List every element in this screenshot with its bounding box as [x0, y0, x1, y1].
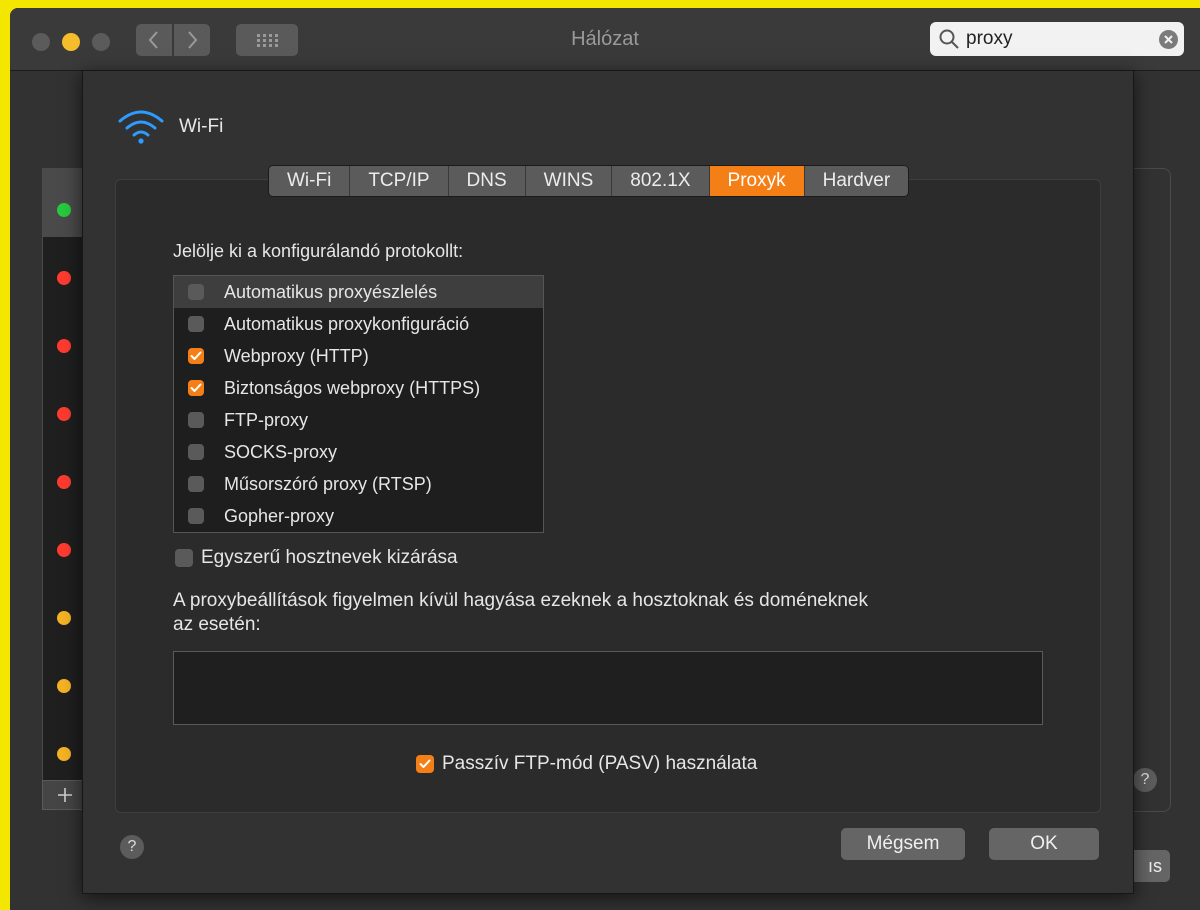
protocol-checkbox[interactable]	[188, 316, 204, 332]
protocol-list[interactable]: Automatikus proxyészlelés Automatikus pro…	[173, 275, 544, 533]
protocol-label: Műsorszóró proxy (RTSP)	[224, 473, 432, 494]
exclude-simple-hosts-label: Egyszerű hosztnevek kizárása	[201, 547, 458, 568]
protocol-list-item[interactable]: Webproxy (HTTP)	[174, 340, 543, 372]
tab-dns[interactable]: DNS	[448, 166, 526, 196]
status-dot-yellow	[57, 747, 71, 761]
clear-search-button[interactable]	[1159, 30, 1178, 49]
search-input[interactable]	[964, 27, 1148, 51]
bypass-hosts-textarea[interactable]	[173, 651, 1043, 725]
interface-name: Wi-Fi	[179, 116, 224, 137]
wifi-icon	[118, 110, 164, 144]
tab-802-1x[interactable]: 802.1X	[612, 166, 710, 196]
background-help-button[interactable]: ?	[1133, 768, 1157, 792]
tab-wi-fi[interactable]: Wi-Fi	[269, 166, 351, 196]
protocol-checkbox[interactable]	[188, 412, 204, 428]
ok-button[interactable]: OK	[989, 828, 1099, 860]
protocol-list-item[interactable]: Automatikus proxyészlelés	[174, 276, 543, 308]
protocols-label: Jelölje ki a konfigurálandó protokollt:	[173, 241, 464, 261]
checkmark-icon	[190, 383, 202, 392]
tab-proxyk[interactable]: Proxyk	[709, 166, 805, 196]
protocol-label: Webproxy (HTTP)	[224, 345, 369, 366]
bypass-label-line2: az esetén:	[173, 614, 261, 635]
protocol-checkbox[interactable]	[188, 380, 204, 396]
tab-hardver[interactable]: Hardver	[804, 166, 909, 196]
service-detail-panel	[1130, 168, 1171, 812]
search-field[interactable]	[930, 22, 1184, 56]
pasv-box[interactable]	[416, 755, 434, 773]
status-dot-green	[57, 203, 71, 217]
status-dot-red	[57, 475, 71, 489]
protocol-label: Gopher-proxy	[224, 505, 335, 526]
protocol-list-item[interactable]: FTP-proxy	[174, 404, 543, 436]
protocol-label: Automatikus proxyészlelés	[224, 281, 438, 302]
protocol-checkbox[interactable]	[188, 444, 204, 460]
exclude-simple-hosts-box[interactable]	[175, 549, 193, 567]
protocol-label: Automatikus proxykonfiguráció	[224, 313, 470, 334]
status-dot-yellow	[57, 679, 71, 693]
close-icon	[1164, 35, 1173, 44]
status-dot-red	[57, 339, 71, 353]
protocol-checkbox[interactable]	[188, 508, 204, 524]
protocol-list-item[interactable]: Műsorszóró proxy (RTSP)	[174, 468, 543, 500]
interface-header: Wi-Fi	[117, 109, 223, 145]
status-dot-red	[57, 543, 71, 557]
settings-tabs: Wi-Fi TCP/IP DNS WINS 802.1X Proxyk Hardver	[268, 165, 910, 197]
tab-wins[interactable]: WINS	[525, 166, 613, 196]
protocol-list-item[interactable]: SOCKS-proxy	[174, 436, 543, 468]
plus-icon	[58, 788, 72, 802]
status-dot-red	[57, 407, 71, 421]
pasv-checkbox[interactable]: Passzív FTP-mód (PASV) használata	[416, 753, 757, 775]
status-dot-red	[57, 271, 71, 285]
protocol-label: SOCKS-proxy	[224, 441, 338, 462]
protocol-checkbox[interactable]	[188, 476, 204, 492]
protocol-list-item[interactable]: Biztonságos webproxy (HTTPS)	[174, 372, 543, 404]
help-button[interactable]: ?	[120, 835, 144, 859]
protocol-label: FTP-proxy	[224, 409, 309, 430]
advanced-settings-sheet: Wi-Fi Wi-Fi TCP/IP DNS WINS 802.1X Proxyk Hard…	[82, 70, 1134, 894]
protocol-checkbox[interactable]	[188, 284, 204, 300]
cancel-button[interactable]: Mégsem	[841, 828, 965, 860]
protocol-label: Biztonságos webproxy (HTTPS)	[224, 377, 481, 398]
bypass-label-line1: A proxybeállítások figyelmen kívül hagyá…	[173, 590, 868, 611]
status-dot-yellow	[57, 611, 71, 625]
search-icon	[939, 29, 959, 49]
pasv-label: Passzív FTP-mód (PASV) használata	[442, 753, 758, 774]
checkmark-icon	[419, 759, 431, 768]
network-preferences-window: Hálózat ? ıs	[10, 8, 1200, 910]
tab-tcp-ip[interactable]: TCP/IP	[350, 166, 449, 196]
checkmark-icon	[190, 351, 202, 360]
protocol-checkbox[interactable]	[188, 348, 204, 364]
protocol-list-item[interactable]: Automatikus proxykonfiguráció	[174, 308, 543, 340]
protocol-list-item[interactable]: Gopher-proxy	[174, 500, 543, 532]
exclude-simple-hosts-checkbox[interactable]: Egyszerű hosztnevek kizárása	[173, 547, 458, 569]
title-bar: Hálózat	[10, 8, 1200, 71]
bypass-label: A proxybeállítások figyelmen kívül hagyá…	[173, 589, 993, 637]
